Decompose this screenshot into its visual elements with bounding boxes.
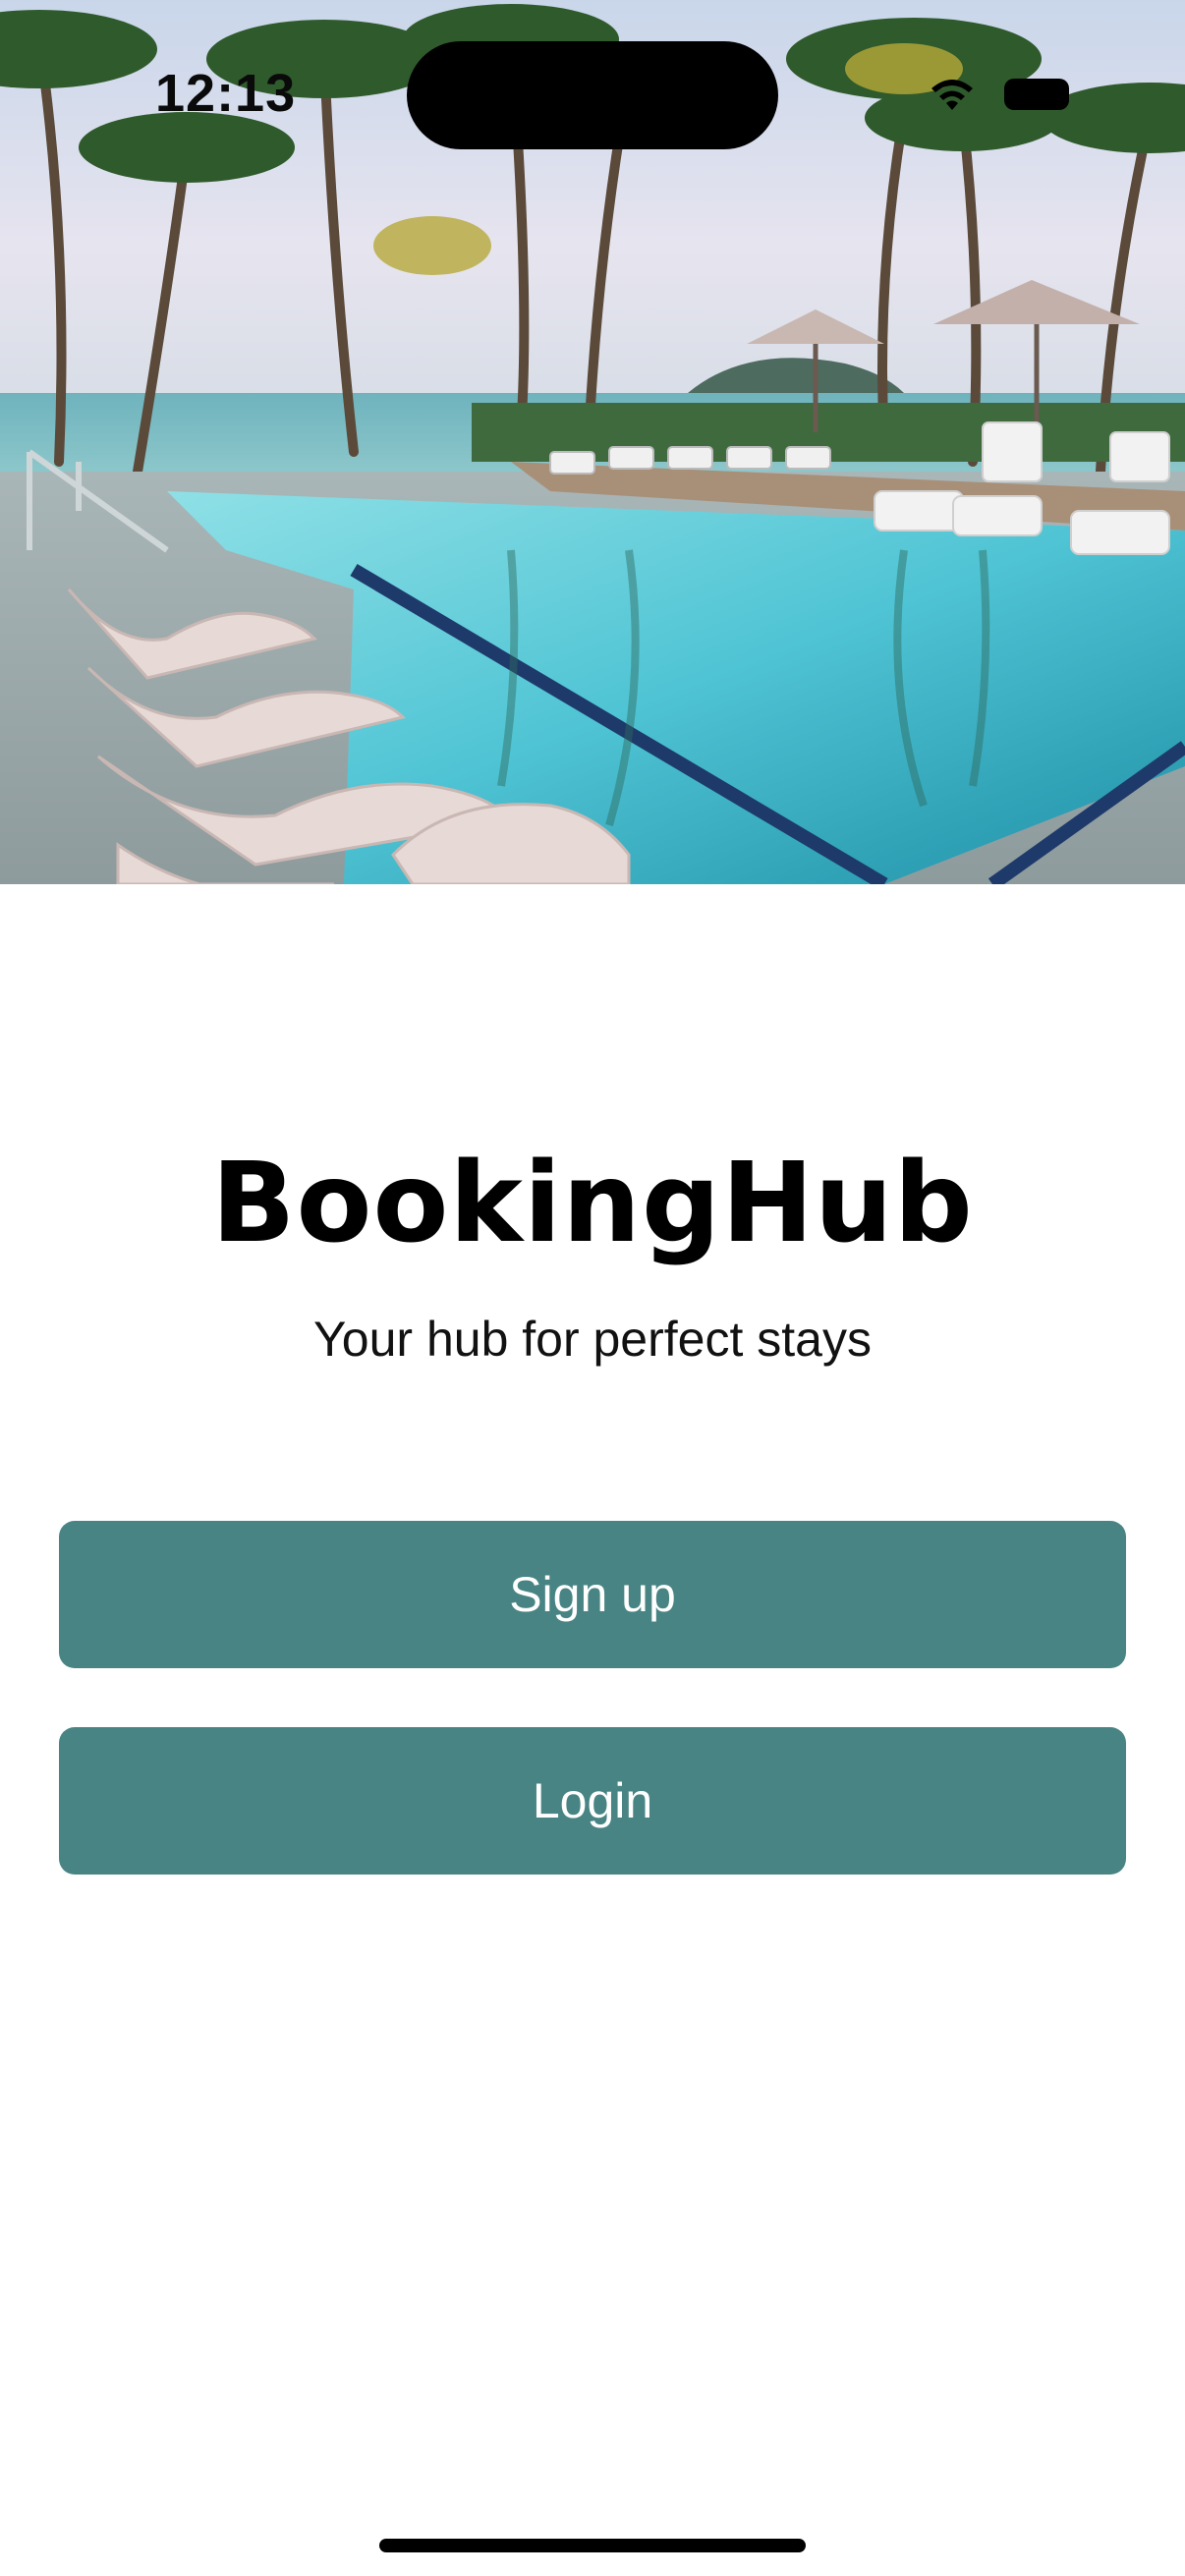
login-button[interactable]: Login (59, 1727, 1126, 1875)
signup-button-label: Sign up (509, 1567, 676, 1622)
battery-icon (1004, 79, 1069, 110)
app-tagline: Your hub for perfect stays (313, 1312, 872, 1367)
app-title: BookingHub (211, 1140, 974, 1267)
welcome-screen: 12:13 BookingHub Your hub for perfect st… (0, 0, 1185, 2576)
dynamic-island (407, 41, 778, 149)
signup-button[interactable]: Sign up (59, 1521, 1126, 1668)
login-button-label: Login (532, 1773, 653, 1828)
home-indicator[interactable] (379, 2539, 806, 2552)
status-time: 12:13 (155, 64, 297, 123)
wifi-icon (931, 80, 973, 110)
